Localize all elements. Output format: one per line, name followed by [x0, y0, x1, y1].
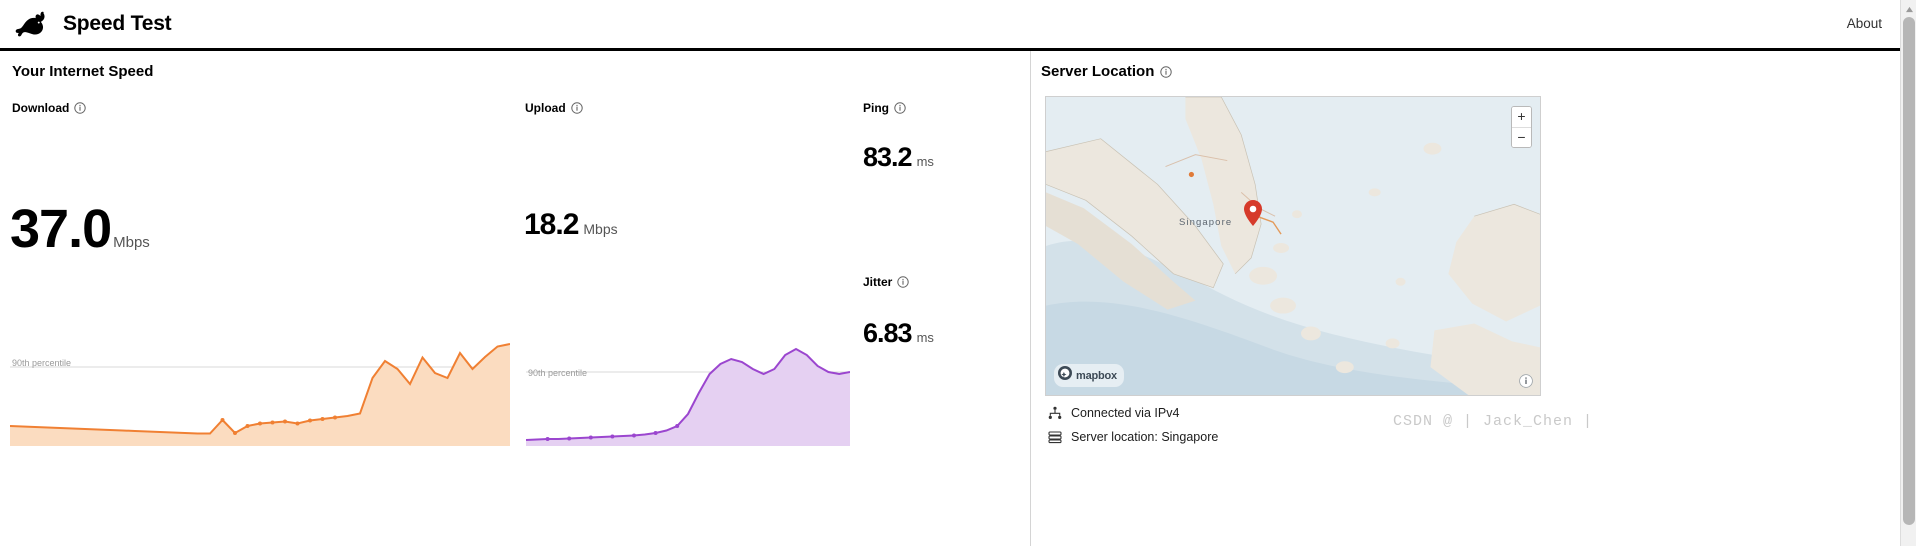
upload-label-group: Upload: [525, 101, 583, 115]
server-location-text: Server location: Singapore: [1071, 430, 1219, 444]
jitter-label: Jitter: [863, 275, 893, 289]
list-item: Server location: Singapore: [1048, 430, 1218, 444]
map-zoom-in-button[interactable]: +: [1512, 107, 1531, 127]
info-icon[interactable]: [74, 102, 87, 114]
info-icon[interactable]: [570, 102, 583, 114]
vertical-scrollbar[interactable]: [1900, 0, 1916, 546]
ping-value: 83.2: [863, 142, 913, 172]
triangle-up-icon: [1905, 0, 1914, 18]
scroll-up-button[interactable]: [1901, 0, 1916, 17]
download-unit: Mbps: [113, 234, 150, 251]
download-label-group: Download: [12, 101, 87, 115]
network-icon: [1048, 406, 1062, 420]
map-pin-icon[interactable]: [1244, 200, 1262, 226]
speed-test-page: Speed Test About Your Internet Speed Dow…: [0, 0, 1916, 546]
ping-label: Ping: [863, 101, 889, 115]
mapbox-attribution[interactable]: mapbox: [1054, 364, 1124, 387]
ping-label-group: Ping: [863, 101, 906, 115]
mapbox-logo-icon: [1058, 366, 1072, 385]
page-section-title: Your Internet Speed: [12, 63, 154, 80]
info-icon[interactable]: [897, 276, 910, 288]
upload-label: Upload: [525, 101, 566, 115]
jitter-value-group: 6.83 ms: [863, 318, 934, 349]
ping-unit: ms: [916, 154, 934, 169]
jitter-label-group: Jitter: [863, 275, 910, 289]
upload-value: 18.2: [524, 208, 579, 241]
info-icon[interactable]: [894, 102, 906, 114]
info-icon[interactable]: [1160, 65, 1173, 78]
map-city-label: Singapore: [1179, 217, 1233, 228]
ping-value-group: 83.2 ms: [863, 142, 934, 173]
download-value-group: 37.0 Mbps: [10, 198, 150, 260]
about-link[interactable]: About: [1847, 16, 1882, 31]
rabbit-icon: [14, 11, 50, 37]
app-header: Speed Test About: [0, 0, 1900, 51]
header-nav: About: [1847, 15, 1886, 33]
app-title: Speed Test: [63, 12, 172, 35]
map-zoom-controls[interactable]: + −: [1511, 106, 1532, 148]
jitter-unit: ms: [916, 330, 934, 345]
connection-protocol-text: Connected via IPv4: [1071, 406, 1180, 420]
mapbox-label: mapbox: [1076, 369, 1117, 382]
list-item: Connected via IPv4: [1048, 406, 1218, 420]
download-value: 37.0: [10, 199, 112, 259]
scrollbar-thumb[interactable]: [1903, 17, 1915, 525]
download-sparkline-chart: 90th percentile: [10, 340, 510, 446]
server-location-title-group: Server Location: [1041, 63, 1173, 80]
upload-unit: Mbps: [583, 221, 618, 237]
connection-info-list: Connected via IPv4 Server location: Sing…: [1048, 406, 1218, 454]
server-location-title: Server Location: [1041, 63, 1155, 80]
server-location-map[interactable]: + − Singapore mapbox: [1045, 96, 1541, 396]
download-label: Download: [12, 101, 70, 115]
upload-value-group: 18.2 Mbps: [524, 208, 618, 242]
map-zoom-out-button[interactable]: −: [1512, 127, 1531, 147]
jitter-value: 6.83: [863, 318, 913, 348]
map-info-circle-icon[interactable]: [1519, 374, 1533, 388]
server-icon: [1048, 430, 1062, 444]
brand: Speed Test: [14, 11, 172, 37]
upload-sparkline-chart: 90th percentile: [526, 345, 850, 446]
